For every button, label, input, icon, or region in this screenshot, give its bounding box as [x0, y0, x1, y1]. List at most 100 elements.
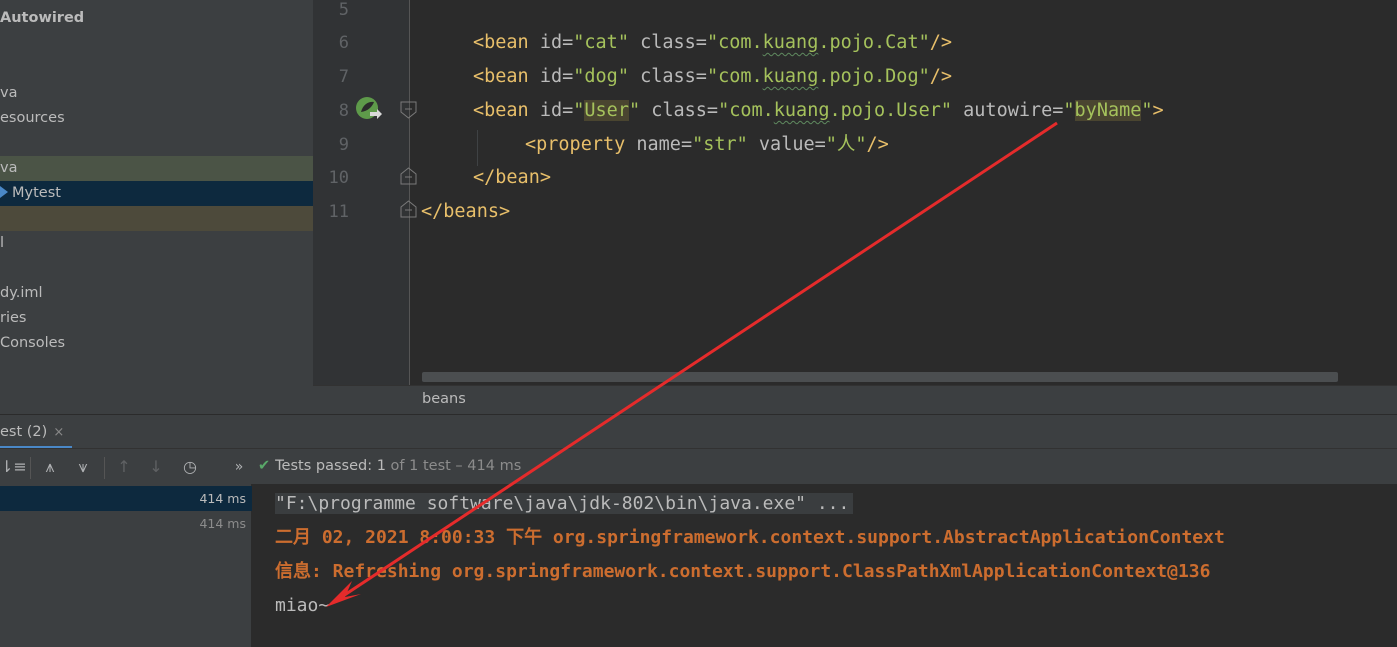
toolbar-separator	[104, 457, 105, 479]
xml-tag: />	[929, 66, 953, 87]
tree-item-test-java[interactable]: va	[0, 156, 313, 181]
xml-tag: />	[929, 32, 953, 53]
code-line-10[interactable]: </bean>	[473, 164, 551, 192]
tests-status: ✔ Tests passed: 1 of 1 test – 414 ms	[258, 458, 521, 474]
xml-tag: <property	[525, 134, 626, 155]
xml-value: "com.	[706, 66, 763, 87]
xml-value: "str"	[692, 134, 748, 155]
console-command-line: "F:\programme software\java\jdk-802\bin\…	[275, 493, 854, 514]
tree-item-scratches-consoles[interactable]: Consoles	[0, 331, 313, 356]
xml-attr: class=	[628, 66, 707, 87]
more-actions-icon[interactable]: »	[229, 457, 249, 477]
fold-marker-icon[interactable]	[400, 101, 417, 119]
run-tab-label: est (2)	[0, 424, 48, 440]
run-tab-bar: est (2) ×	[0, 414, 1397, 449]
tree-item-iml[interactable]: dy.iml	[0, 281, 313, 306]
line-number: 8	[338, 101, 349, 121]
tree-item-external-libraries[interactable]: ries	[0, 306, 313, 331]
code-editor[interactable]: 5 6 7 8 9 10 11 <bean id="cat" class="co…	[313, 0, 1397, 385]
xml-value: "dog"	[573, 66, 629, 87]
xml-tag: <bean	[473, 32, 529, 53]
xml-value: .pojo.Cat"	[818, 32, 930, 53]
test-result-row[interactable]: 414 ms	[0, 511, 252, 536]
test-duration: 414 ms	[199, 516, 246, 531]
line-number: 10	[328, 168, 349, 188]
test-result-row[interactable]: 414 ms	[0, 486, 252, 511]
breadcrumb-item[interactable]: beans	[422, 391, 466, 407]
previous-failed-icon[interactable]: ↑	[114, 457, 134, 477]
xml-value: "	[573, 100, 585, 121]
code-line-11[interactable]: </beans>	[421, 198, 510, 226]
xml-value: "人"	[825, 134, 867, 155]
close-icon[interactable]: ×	[53, 425, 64, 440]
console-log-line: 信息: Refreshing org.springframework.conte…	[275, 561, 1211, 582]
code-line-9[interactable]: <property name="str" value="人"/>	[525, 131, 889, 159]
xml-value-typo: kuang	[762, 66, 819, 87]
xml-value-highlighted: User	[584, 100, 629, 121]
next-failed-icon[interactable]: ↓	[146, 457, 166, 477]
tree-item-label: dy.iml	[0, 285, 43, 301]
code-line-6[interactable]: <bean id="cat" class="com.kuang.pojo.Cat…	[473, 29, 952, 57]
editor-gutter: 5 6 7 8 9 10 11	[313, 0, 417, 385]
xml-tag: </beans>	[421, 201, 511, 222]
expand-all-icon[interactable]: ⩚	[40, 457, 60, 477]
fold-marker-icon[interactable]	[400, 200, 417, 218]
test-history-icon[interactable]: ◷	[180, 457, 200, 477]
tree-item-java[interactable]: va	[0, 81, 313, 106]
xml-value: "	[628, 100, 641, 121]
test-class-icon	[0, 186, 8, 198]
tests-status-detail: of 1 test – 414 ms	[390, 458, 522, 474]
xml-value-typo: kuang	[762, 32, 819, 53]
console-output-line: miao~	[275, 595, 330, 616]
code-line-8[interactable]: <bean id="User" class="com.kuang.pojo.Us…	[473, 97, 1164, 125]
test-duration: 414 ms	[199, 491, 246, 506]
console-output[interactable]: "F:\programme software\java\jdk-802\bin\…	[252, 484, 1397, 647]
run-toolbar: ⇂≡ ⩚ ⩛ ↑ ↓ ◷ » ✔ Tests passed: 1 of 1 tes…	[0, 448, 1397, 484]
tree-item-label: Autowired	[0, 10, 85, 26]
fold-marker-icon[interactable]	[400, 167, 417, 185]
sort-icon[interactable]: ⇂≡	[0, 457, 27, 477]
line-number: 9	[338, 135, 349, 155]
xml-attr: name=	[625, 134, 693, 155]
tests-status-label: Tests passed:	[275, 458, 373, 474]
xml-attr: class=	[640, 100, 719, 121]
tree-item-resources[interactable]: esources	[0, 106, 313, 131]
tree-item-highlighted[interactable]	[0, 206, 313, 231]
tree-item-label: va	[0, 160, 18, 176]
horizontal-scrollbar[interactable]	[422, 372, 1338, 382]
tree-item-label: ries	[0, 310, 27, 326]
collapse-all-icon[interactable]: ⩛	[73, 457, 93, 477]
xml-value: "	[1063, 100, 1075, 121]
xml-tag: >	[1152, 100, 1164, 121]
line-number: 11	[328, 202, 349, 222]
breadcrumb-bar: beans	[313, 385, 1397, 414]
xml-tag: </bean>	[473, 167, 551, 188]
xml-tag: />	[866, 134, 889, 155]
xml-value-highlighted: byName	[1074, 100, 1142, 121]
xml-value: .pojo.Dog"	[818, 66, 930, 87]
line-number: 5	[338, 0, 349, 20]
tree-item-mytest[interactable]: Mytest	[0, 181, 313, 206]
toolbar-separator	[30, 457, 31, 479]
xml-value: "	[1141, 100, 1153, 121]
tree-item-label: va	[0, 85, 18, 101]
xml-value: .pojo.User"	[829, 100, 953, 121]
xml-attr: autowire=	[952, 100, 1064, 121]
tree-item-label: Mytest	[12, 185, 61, 201]
tree-item-label: Consoles	[0, 335, 66, 351]
xml-value-typo: kuang	[773, 100, 830, 121]
xml-attr: id=	[528, 32, 574, 53]
spring-bean-navigate-icon[interactable]	[355, 96, 383, 122]
xml-attr: value=	[747, 134, 826, 155]
console-log-line: 二月 02, 2021 8:00:33 下午 org.springframewo…	[275, 527, 1225, 548]
test-results-tree: 414 ms 414 ms	[0, 484, 252, 647]
tree-item-module[interactable]: Autowired	[0, 6, 313, 31]
indent-guide	[477, 130, 478, 166]
xml-value: "com.	[706, 32, 763, 53]
xml-attr: id=	[528, 100, 574, 121]
code-line-7[interactable]: <bean id="dog" class="com.kuang.pojo.Dog…	[473, 63, 952, 91]
tree-item-pom[interactable]: l	[0, 231, 313, 256]
run-tab-mytest[interactable]: est (2) ×	[0, 415, 72, 449]
project-tree-panel: Autowired va esources va Mytest l dy.iml…	[0, 0, 313, 414]
tree-item-label: l	[0, 235, 5, 251]
